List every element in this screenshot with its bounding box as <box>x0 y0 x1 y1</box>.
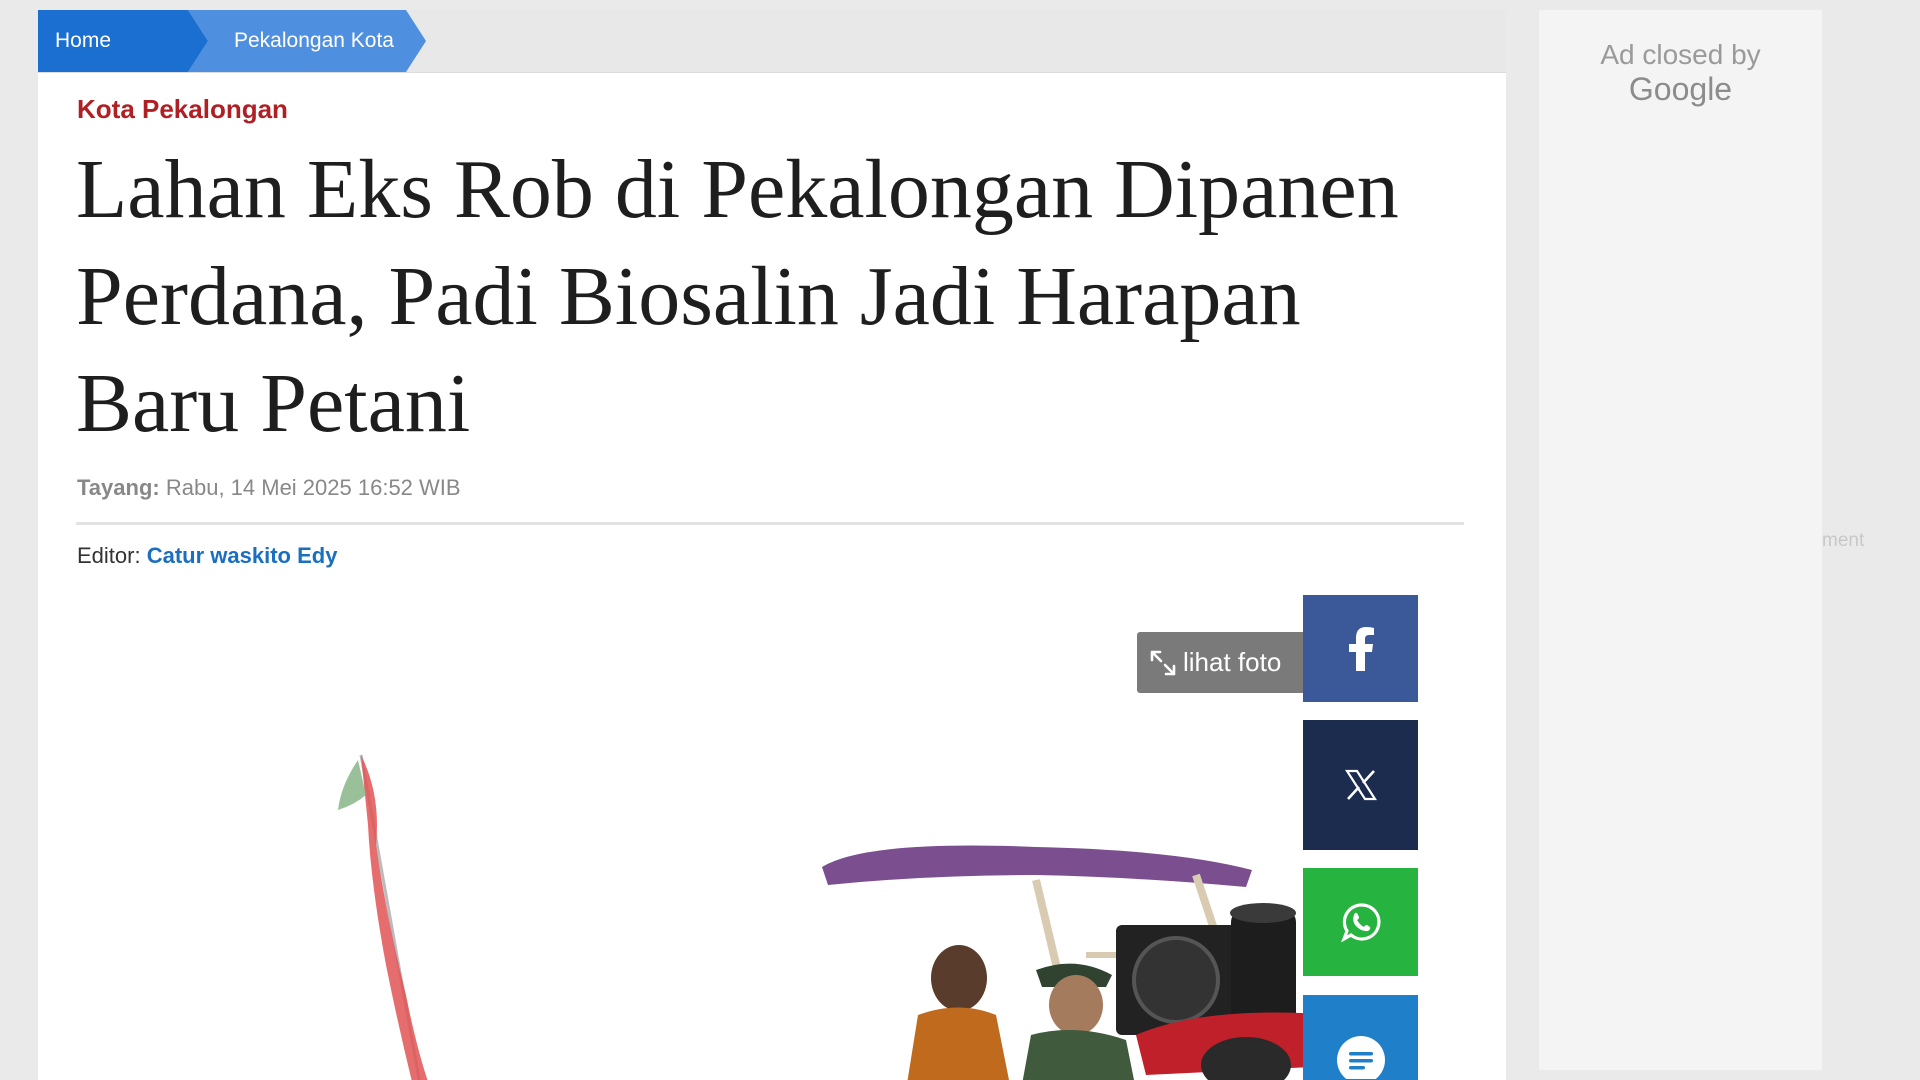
headline-line-2: Perdana, Padi Biosalin Jadi Harapan <box>76 250 1301 343</box>
breadcrumb-section-label: Pekalongan Kota <box>234 29 394 52</box>
advertisement-label: ment <box>1822 530 1865 551</box>
ad-closed-text: Ad closed by <box>1600 39 1761 70</box>
category-link[interactable]: Kota Pekalongan <box>77 94 288 125</box>
publish-value: Rabu, 14 Mei 2025 16:52 WIB <box>165 475 461 500</box>
view-photo-button[interactable]: lihat foto <box>1137 632 1309 693</box>
ad-slot: Ad closed by Google <box>1539 10 1822 1070</box>
whatsapp-icon <box>1340 903 1380 942</box>
facebook-icon <box>1348 626 1374 671</box>
headline-line-1: Lahan Eks Rob di Pekalongan Dipanen <box>76 143 1399 236</box>
editor-line: Editor: Catur waskito Edy <box>77 543 337 569</box>
breadcrumb-home-label: Home <box>55 29 112 52</box>
ad-closed-notice: Ad closed by Google <box>1539 38 1822 106</box>
breadcrumb: Pekalongan Kota Home <box>38 10 1506 73</box>
comment-button[interactable] <box>1303 995 1418 1080</box>
publish-date: Tayang: Rabu, 14 Mei 2025 16:52 WIB <box>77 475 461 501</box>
breadcrumb-home[interactable]: Home <box>38 10 208 72</box>
divider <box>76 522 1464 525</box>
expand-icon <box>1150 650 1176 676</box>
comment-icon <box>1336 1036 1385 1079</box>
editor-label: Editor: <box>77 543 141 568</box>
view-photo-label: lihat foto <box>1183 647 1282 677</box>
article-headline: Lahan Eks Rob di Pekalongan Dipanen Perda… <box>76 136 1486 457</box>
x-icon <box>1344 769 1377 801</box>
share-x-button[interactable] <box>1303 720 1418 850</box>
article-card: Pekalongan Kota Home Kota Pekalongan Lah… <box>38 10 1506 1080</box>
breadcrumb-pekalongan-kota[interactable]: Pekalongan Kota <box>188 10 426 72</box>
publish-label: Tayang: <box>77 475 160 500</box>
share-whatsapp-button[interactable] <box>1303 868 1418 976</box>
share-facebook-button[interactable] <box>1303 595 1418 702</box>
headline-line-3: Baru Petani <box>76 357 471 450</box>
google-logo: Google <box>1628 71 1733 107</box>
editor-name-link[interactable]: Catur waskito Edy <box>147 543 338 568</box>
